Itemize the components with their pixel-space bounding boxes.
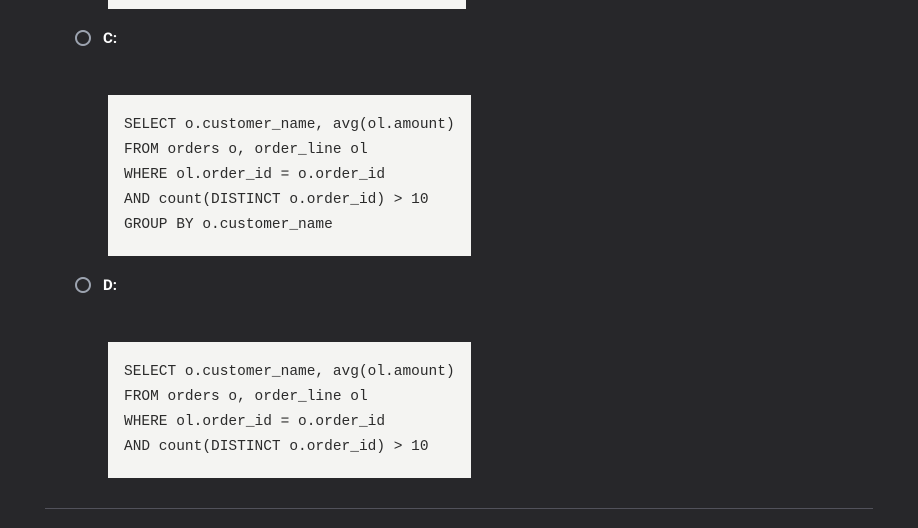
radio-unchecked-icon[interactable] [75,277,91,293]
option-d: D: SELECT o.customer_name, avg(ol.amount… [75,276,878,478]
quiz-page: C: SELECT o.customer_name, avg(ol.amount… [0,0,918,528]
option-c-header[interactable]: C: [75,29,878,47]
option-d-code: SELECT o.customer_name, avg(ol.amount) F… [108,342,471,478]
option-d-label: D: [103,276,117,294]
options-column: C: SELECT o.customer_name, avg(ol.amount… [0,0,918,478]
option-c-code: SELECT o.customer_name, avg(ol.amount) F… [108,95,471,256]
option-d-header[interactable]: D: [75,276,878,294]
option-c-label: C: [103,29,117,47]
section-divider [45,508,873,509]
previous-option-codeblock-edge [108,0,466,9]
radio-unchecked-icon[interactable] [75,30,91,46]
option-c: C: SELECT o.customer_name, avg(ol.amount… [75,29,878,256]
